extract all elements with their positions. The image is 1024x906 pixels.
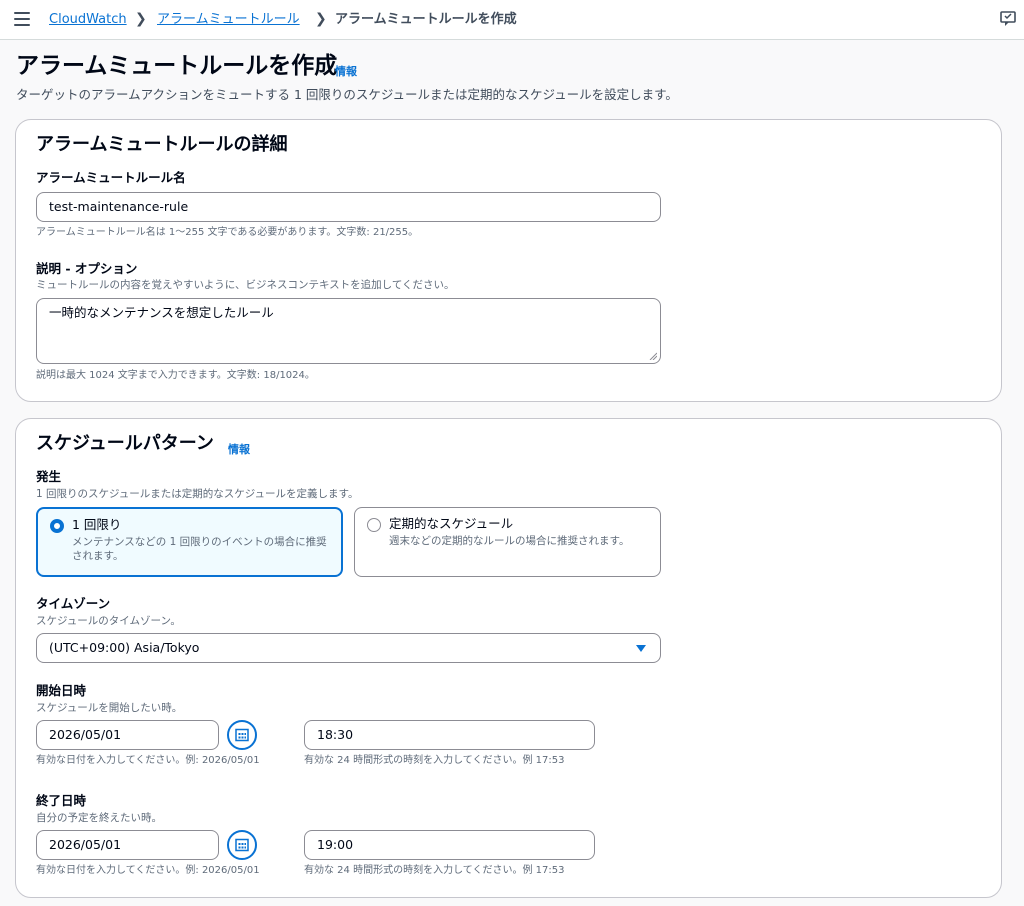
hamburger-menu-icon[interactable] — [14, 12, 30, 26]
description-help: ミュートルールの内容を覚えやすいように、ビジネスコンテキストを追加してください。 — [36, 279, 455, 291]
calendar-icon — [235, 838, 249, 852]
start-calendar-button[interactable] — [227, 720, 257, 750]
resize-grip-icon[interactable] — [649, 352, 657, 360]
breadcrumb-alarm-mute-rules[interactable]: アラームミュートルール — [157, 11, 300, 29]
chevron-right-icon: ❯ — [315, 11, 327, 27]
end-help: 自分の予定を終えたい時。 — [36, 812, 162, 824]
radio-unselected-icon[interactable] — [367, 518, 381, 532]
start-date-hint: 有効な日付を入力してください。例: 2026/05/01 — [36, 755, 260, 766]
start-time-hint: 有効な 24 時間形式の時刻を入力してください。例 17:53 — [304, 755, 565, 766]
start-label: 開始日時 — [36, 683, 87, 698]
option-one-time-label: 1 回限り — [72, 517, 122, 532]
description-textarea[interactable]: 一時的なメンテナンスを想定したルール — [36, 298, 661, 364]
option-one-time-description: メンテナンスなどの 1 回限りのイベントの場合に推奨されます。 — [72, 536, 327, 562]
end-date-hint: 有効な日付を入力してください。例: 2026/05/01 — [36, 865, 260, 876]
details-heading: アラームミュートルールの詳細 — [36, 134, 288, 155]
feedback-icon[interactable] — [1000, 11, 1016, 27]
schedule-info-link[interactable]: 情報 — [228, 441, 250, 457]
timezone-select[interactable]: (UTC+09:00) Asia/Tokyo — [36, 633, 661, 663]
option-recurring[interactable]: 定期的なスケジュール 週末などの定期的なルールの場合に推奨されます。 — [354, 507, 661, 577]
start-date-input[interactable]: 2026/05/01 — [36, 720, 219, 750]
timezone-label: タイムゾーン — [36, 596, 111, 611]
caret-down-icon — [636, 645, 646, 652]
timezone-help: スケジュールのタイムゾーン。 — [36, 615, 181, 627]
radio-selected-icon[interactable] — [50, 519, 64, 533]
option-recurring-description: 週末などの定期的なルールの場合に推奨されます。 — [389, 535, 630, 547]
rule-name-hint: アラームミュートルール名は 1〜255 文字である必要があります。文字数: 21… — [36, 227, 419, 238]
description-hint: 説明は最大 1024 文字まで入力できます。文字数: 18/1024。 — [36, 370, 315, 381]
chevron-right-icon: ❯ — [135, 11, 147, 27]
option-one-time[interactable]: 1 回限り メンテナンスなどの 1 回限りのイベントの場合に推奨されます。 — [36, 507, 343, 577]
schedule-heading: スケジュールパターン — [36, 433, 214, 454]
description-label: 説明 - オプション — [36, 261, 138, 276]
option-recurring-label: 定期的なスケジュール — [389, 516, 514, 531]
rule-name-label: アラームミュートルール名 — [36, 170, 186, 185]
end-time-hint: 有効な 24 時間形式の時刻を入力してください。例 17:53 — [304, 865, 565, 876]
schedule-container: スケジュールパターン 情報 発生 1 回限りのスケジュールまたは定期的なスケジュ… — [15, 418, 1002, 898]
occurrence-label: 発生 — [36, 469, 62, 484]
details-container: アラームミュートルールの詳細 アラームミュートルール名 test-mainten… — [15, 119, 1002, 402]
top-navigation-bar: CloudWatch ❯ アラームミュートルール ❯ アラームミュートルールを作… — [0, 0, 1024, 40]
end-label: 終了日時 — [36, 793, 87, 808]
breadcrumb-current: アラームミュートルールを作成 — [335, 12, 517, 27]
start-help: スケジュールを開始したい時。 — [36, 702, 183, 714]
info-link[interactable]: 情報 — [335, 63, 357, 79]
rule-name-input[interactable]: test-maintenance-rule — [36, 192, 661, 222]
end-calendar-button[interactable] — [227, 830, 257, 860]
occurrence-help: 1 回限りのスケジュールまたは定期的なスケジュールを定義します。 — [36, 488, 359, 500]
start-time-input[interactable]: 18:30 — [304, 720, 595, 750]
timezone-value: (UTC+09:00) Asia/Tokyo — [49, 640, 200, 655]
page-title: アラームミュートルールを作成 — [16, 53, 338, 79]
calendar-icon — [235, 728, 249, 742]
breadcrumb-cloudwatch[interactable]: CloudWatch — [49, 11, 127, 29]
page-description: ターゲットのアラームアクションをミュートする 1 回限りのスケジュールまたは定期… — [16, 87, 678, 102]
description-text: 一時的なメンテナンスを想定したルール — [49, 305, 274, 320]
end-time-input[interactable]: 19:00 — [304, 830, 595, 860]
end-date-input[interactable]: 2026/05/01 — [36, 830, 219, 860]
